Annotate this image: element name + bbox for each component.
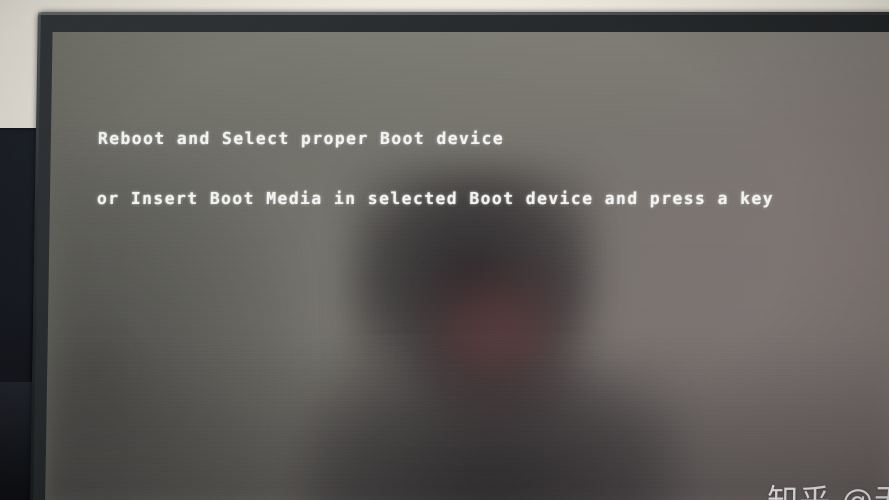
bios-boot-error-message: Reboot and Select proper Boot device or … [96, 89, 776, 249]
pc-case-lower-section [0, 382, 34, 500]
zhihu-watermark: 知乎 @无岩 [767, 475, 889, 500]
monitor: Reboot and Select proper Boot device or … [30, 12, 889, 500]
bios-message-line-1: Reboot and Select proper Boot device [97, 129, 505, 148]
photo-scene: Reboot and Select proper Boot device or … [0, 0, 889, 500]
bios-message-line-2: or Insert Boot Media in selected Boot de… [96, 189, 775, 208]
monitor-bezel-top-highlight [37, 12, 889, 15]
monitor-screen: Reboot and Select proper Boot device or … [45, 32, 889, 500]
